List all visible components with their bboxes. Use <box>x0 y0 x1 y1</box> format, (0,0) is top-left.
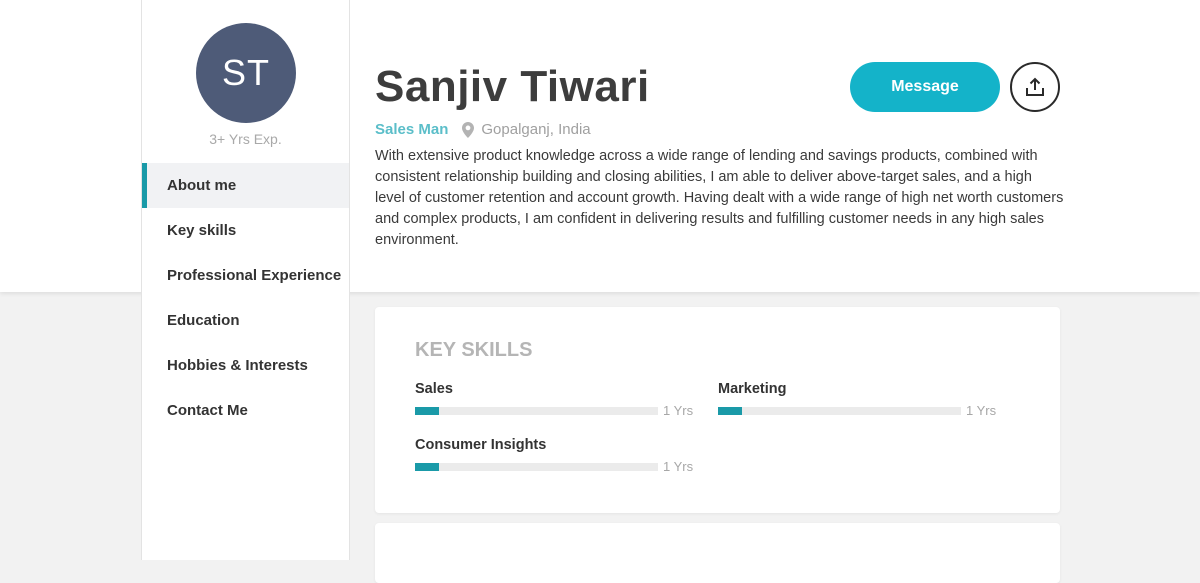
sidebar-item-label: Contact Me <box>167 402 248 419</box>
sidebar-item-hobbies-interests[interactable]: Hobbies & Interests <box>142 343 349 388</box>
sidebar-item-label: Education <box>167 312 240 329</box>
skill-item: Marketing 1 Yrs <box>718 379 998 418</box>
skill-progress-fill <box>415 406 440 415</box>
profile-summary: Sanjiv Tiwari Sales Man Gopalganj, India… <box>375 0 1063 292</box>
map-pin-icon <box>462 121 475 138</box>
skill-progress-bar <box>415 462 658 471</box>
experience-label: 3+ Yrs Exp. <box>209 131 282 147</box>
skill-name: Marketing <box>718 381 787 397</box>
sidebar-item-label: About me <box>167 177 237 194</box>
sidebar-item-about-me[interactable]: About me <box>142 163 349 208</box>
share-upload-icon <box>1026 77 1044 96</box>
skill-name: Sales <box>415 381 453 397</box>
skill-item: Consumer Insights 1 Yrs <box>415 435 695 474</box>
sidebar-item-label: Professional Experience <box>167 267 342 284</box>
skill-years: 1 Yrs <box>966 403 997 418</box>
sidebar-item-education[interactable]: Education <box>142 298 349 343</box>
sidebar: ST 3+ Yrs Exp. About me Key skills Profe… <box>141 0 350 560</box>
skill-progress-bar <box>415 406 658 415</box>
profile-location: Gopalganj, India <box>481 121 591 138</box>
skill-progress-fill <box>718 406 743 415</box>
avatar: ST <box>196 23 296 123</box>
sidebar-item-label: Hobbies & Interests <box>167 357 308 374</box>
skill-item: Sales 1 Yrs <box>415 379 695 418</box>
profile-name: Sanjiv Tiwari <box>375 62 650 111</box>
sidebar-item-label: Key skills <box>167 222 237 239</box>
key-skills-card: KEY SKILLS Sales 1 Yrs Marketing 1 Yrs C… <box>375 307 1060 513</box>
sidebar-item-professional-experience[interactable]: Professional Experience <box>142 253 349 298</box>
skill-progress-bar <box>718 406 961 415</box>
skill-years: 1 Yrs <box>663 459 694 474</box>
profile-bio: With extensive product knowledge across … <box>375 148 1064 248</box>
profile-meta: Sales Man Gopalganj, India <box>375 121 591 138</box>
share-button[interactable] <box>1010 62 1060 112</box>
skill-name: Consumer Insights <box>415 437 547 453</box>
skill-progress-fill <box>415 462 440 471</box>
key-skills-title: KEY SKILLS <box>415 339 533 361</box>
message-button[interactable]: Message <box>850 62 1000 112</box>
sidebar-item-key-skills[interactable]: Key skills <box>142 208 349 253</box>
next-section-card <box>375 523 1060 583</box>
sidebar-nav: About me Key skills Professional Experie… <box>142 163 349 433</box>
sidebar-item-contact-me[interactable]: Contact Me <box>142 388 349 433</box>
avatar-initials: ST <box>221 52 270 93</box>
skill-years: 1 Yrs <box>663 403 694 418</box>
profile-role: Sales Man <box>375 121 449 138</box>
